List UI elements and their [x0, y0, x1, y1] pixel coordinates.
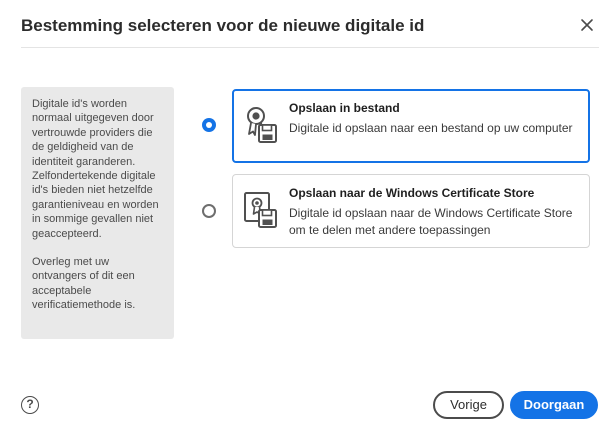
radio-save-to-windows-store[interactable]	[202, 204, 216, 218]
dialog-title: Bestemming selecteren voor de nieuwe dig…	[21, 16, 425, 35]
info-text-1: Digitale id's worden normaal uitgegeven …	[32, 98, 159, 240]
option-description: Digitale id opslaan naar de Windows Cert…	[289, 206, 573, 237]
option-save-to-windows-store[interactable]: Opslaan naar de Windows Certificate Stor…	[232, 174, 590, 248]
option-title: Opslaan naar de Windows Certificate Stor…	[289, 186, 535, 200]
help-icon[interactable]: ?	[21, 396, 39, 414]
option-description: Digitale id opslaan naar een bestand op …	[289, 121, 573, 135]
back-button[interactable]: Vorige	[433, 391, 504, 419]
close-icon[interactable]	[579, 17, 595, 33]
continue-button[interactable]: Doorgaan	[510, 391, 598, 419]
info-panel: Digitale id's worden normaal uitgegeven …	[21, 87, 174, 339]
option-save-to-file[interactable]: Opslaan in bestand Digitale id opslaan n…	[232, 89, 590, 163]
header-divider	[21, 47, 599, 48]
radio-save-to-file[interactable]	[202, 118, 216, 132]
certificate-file-icon	[247, 107, 277, 143]
info-text-2: Overleg met uw ontvangers of dit een acc…	[32, 256, 136, 312]
dialog: Bestemming selecteren voor de nieuwe dig…	[0, 0, 605, 433]
certificate-store-icon	[244, 192, 277, 228]
option-title: Opslaan in bestand	[289, 101, 400, 115]
